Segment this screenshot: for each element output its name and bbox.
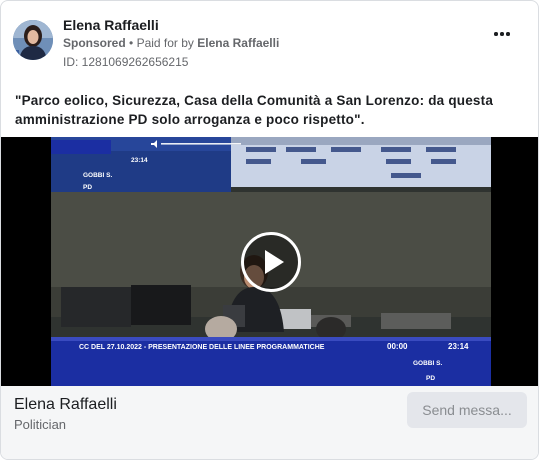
volume-slider[interactable] — [161, 143, 241, 145]
play-button[interactable] — [241, 232, 301, 292]
video-player[interactable]: GOBBI S. PD 23:14 CC DEL 27.10.2022 - PR… — [1, 137, 538, 386]
library-id: ID: 1281069262656215 — [63, 55, 189, 69]
footer-advertiser-name[interactable]: Elena Raffaelli — [14, 396, 117, 414]
advertiser-avatar[interactable] — [13, 20, 53, 60]
ad-card: Elena Raffaelli Sponsored • Paid for by … — [0, 0, 539, 460]
video-overlay-title: CC DEL 27.10.2022 - PRESENTAZIONE DELLE … — [79, 344, 325, 351]
video-timer-elapsed: 00:00 — [387, 342, 408, 351]
play-icon — [265, 250, 284, 274]
top-timer: 23:14 — [131, 157, 148, 164]
sponsored-label: Sponsored — [63, 36, 126, 50]
send-message-button[interactable]: Send messa... — [407, 392, 527, 428]
top-speaker-party: PD — [83, 184, 92, 191]
ad-footer: Elena Raffaelli Politician Send messa... — [1, 386, 538, 459]
more-options-icon[interactable] — [494, 29, 514, 39]
advertiser-name[interactable]: Elena Raffaelli — [63, 17, 159, 33]
separator-dot: • — [129, 36, 137, 50]
video-timer-clock: 23:14 — [448, 342, 469, 351]
sponsored-line: Sponsored • Paid for by Elena Raffaelli — [63, 36, 279, 50]
paid-for-prefix: Paid for by — [136, 36, 194, 50]
ad-body-text: "Parco eolico, Sicurezza, Casa della Com… — [15, 93, 494, 127]
video-speaker-name: GOBBI S. — [413, 360, 442, 367]
paid-for-name: Elena Raffaelli — [197, 36, 280, 50]
ad-header: Elena Raffaelli Sponsored • Paid for by … — [13, 15, 526, 73]
video-speaker-party: PD — [426, 375, 435, 382]
advertiser-category: Politician — [14, 417, 67, 432]
top-speaker-name: GOBBI S. — [83, 172, 112, 179]
